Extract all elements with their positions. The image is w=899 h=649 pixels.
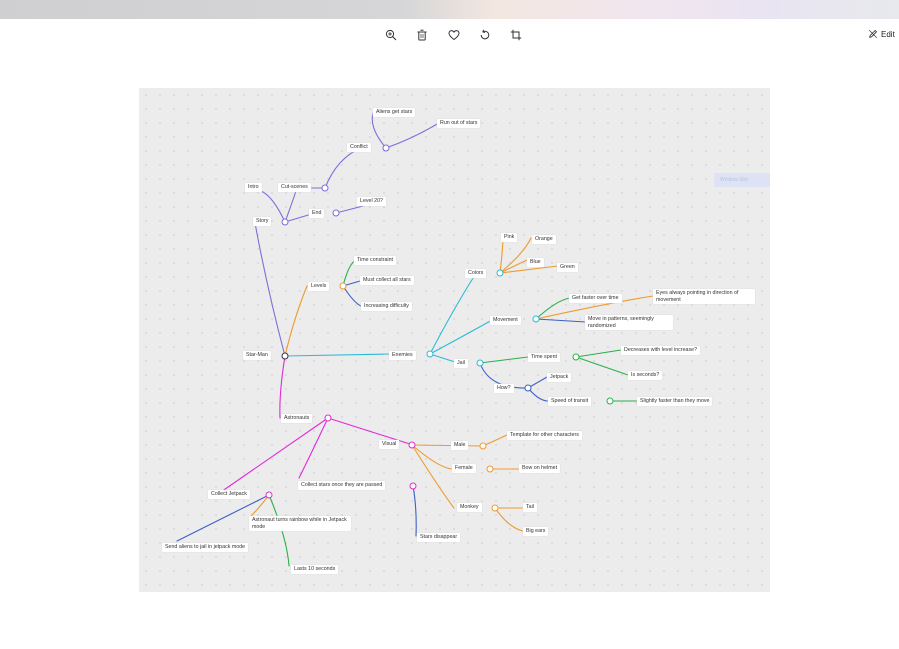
node-time-spent: Time spent	[528, 353, 561, 362]
node-conflict: Conflict	[347, 143, 371, 152]
node-eyes-pointing: Eyes always pointing in direction of mov…	[653, 289, 755, 304]
node-run-out-of-stars: Run out of stars	[437, 119, 481, 128]
node-increasing-difficulty: Increasing difficulty	[361, 302, 412, 311]
node-big-ears: Big ears	[523, 527, 549, 536]
node-astronauts: Astronauts	[281, 414, 313, 423]
window-top-strip	[0, 0, 899, 19]
favorite-button[interactable]	[446, 27, 462, 43]
node-collect-stars: Collect stars once they are passed	[298, 481, 386, 490]
mind-map-image: Window Slot Aliens get stars Run out of …	[139, 88, 770, 592]
crop-icon	[510, 29, 522, 41]
node-move-patterns: Move in patterns, seemingly randomized	[585, 315, 673, 330]
node-female: Female	[452, 464, 476, 473]
node-visual: Visual	[379, 440, 400, 449]
node-colors: Colors	[465, 269, 487, 278]
node-bow-on-helmet: Bow on helmet	[519, 464, 561, 473]
node-male: Male	[451, 441, 469, 450]
node-orange: Orange	[532, 235, 556, 244]
node-rainbow: Astronaut turns rainbow while in Jetpack…	[249, 516, 351, 531]
node-seconds: Is seconds?	[628, 371, 663, 380]
node-tail: Tail	[523, 503, 537, 512]
node-green: Green	[557, 263, 578, 272]
node-movement: Movement	[490, 316, 521, 325]
mind-map-connectors	[176, 112, 654, 567]
rotate-icon	[480, 29, 490, 40]
node-collect-jetpack: Collect Jetpack	[208, 490, 250, 499]
rotate-button[interactable]	[477, 27, 493, 43]
node-intro: Intro	[245, 183, 262, 192]
node-blue: Blue	[527, 258, 544, 267]
ghost-node: Window Slot	[714, 173, 770, 187]
delete-button[interactable]	[414, 27, 430, 43]
edit-button[interactable]: Edit	[868, 29, 895, 39]
favorite-icon	[448, 30, 460, 41]
node-enemies: Enemies	[389, 351, 416, 360]
node-time-constraint: Time constraint	[354, 256, 397, 265]
edit-icon	[869, 29, 878, 38]
zoom-in-icon	[385, 29, 397, 41]
node-jail: Jail	[454, 359, 468, 368]
node-speed-of-transit: Speed of transit	[548, 397, 592, 406]
node-get-faster: Get faster over time	[569, 294, 622, 303]
crop-button[interactable]	[508, 27, 524, 43]
node-template: Template for other characters	[507, 431, 582, 440]
node-send-aliens: Send aliens to jail in jetpack mode	[162, 543, 249, 552]
zoom-in-button[interactable]	[383, 27, 399, 43]
node-cut-scenes: Cut-scenes	[278, 183, 311, 192]
delete-icon	[417, 29, 427, 41]
node-star-man: Star-Man	[243, 351, 271, 360]
node-end: End	[309, 209, 325, 218]
node-level-20: Level 20?	[357, 197, 386, 206]
node-story: Story	[253, 217, 272, 226]
node-how: How?	[494, 384, 514, 393]
node-pink: Pink	[501, 233, 518, 242]
image-viewer-toolbar	[0, 27, 899, 45]
node-aliens-get-stars: Aliens get stars	[373, 108, 416, 117]
node-monkey: Monkey	[457, 503, 482, 512]
node-slightly-faster: Slightly faster than they move	[637, 397, 713, 406]
node-jetpack: Jetpack	[547, 373, 572, 382]
node-levels: Levels	[308, 282, 330, 291]
node-must-collect: Must collect all stars	[360, 276, 414, 285]
node-lasts-10-seconds: Lasts 10 seconds	[291, 565, 339, 574]
edit-label: Edit	[881, 29, 895, 39]
node-decreases: Decreases with level increase?	[621, 346, 701, 355]
node-stars-disappear: Stars disappear	[417, 533, 461, 542]
